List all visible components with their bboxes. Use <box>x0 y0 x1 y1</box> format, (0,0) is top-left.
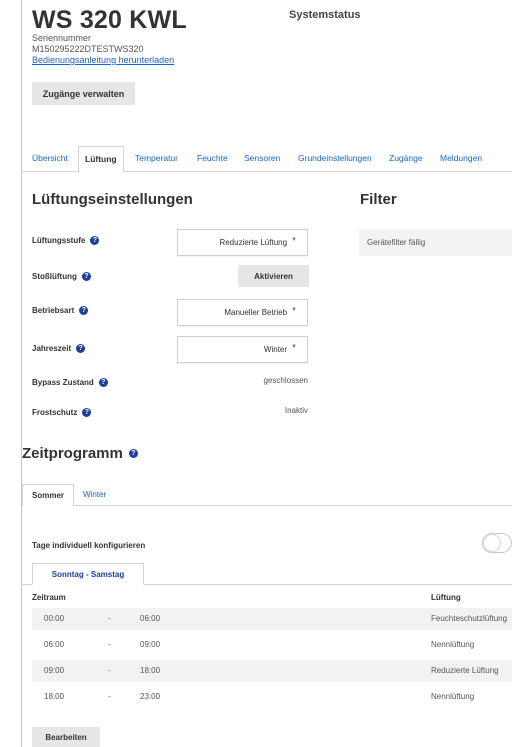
tab-winter[interactable]: Winter <box>74 484 115 506</box>
caret-down-icon: ▼ <box>291 343 297 350</box>
row-to: 09:00 <box>140 640 161 649</box>
row-from: 06:00 <box>44 640 65 649</box>
tab-meldungen[interactable]: Meldungen <box>434 146 488 172</box>
individual-days-label: Tage individuell konfigurieren <box>32 541 146 550</box>
schedule-heading-row: Zeitprogramm ? <box>22 445 138 462</box>
tab-feuchte[interactable]: Feuchte <box>191 146 234 172</box>
row-separator: - <box>108 640 111 649</box>
table-row: 00:00 - 06:00 Feuchteschutzlüftung <box>32 608 512 630</box>
help-icon[interactable]: ? <box>76 344 86 353</box>
tab-uebersicht[interactable]: Übersicht <box>26 146 74 172</box>
system-status-heading: Systemstatus <box>289 9 361 21</box>
row-from: 00:00 <box>44 614 65 623</box>
lueftungsstufe-value: Reduzierte Lüftung <box>219 238 288 247</box>
help-icon[interactable]: ? <box>98 378 108 387</box>
row-separator: - <box>108 666 111 675</box>
table-row: 06:00 - 09:00 Nennlüftung <box>32 634 512 656</box>
help-icon[interactable]: ? <box>128 449 138 458</box>
jahreszeit-label-text: Jahreszeit <box>32 344 72 353</box>
caret-down-icon: ▼ <box>291 236 297 243</box>
row-mode: Nennlüftung <box>431 692 475 701</box>
bypass-label: Bypass Zustand ? <box>32 378 108 387</box>
help-icon[interactable]: ? <box>81 272 91 281</box>
edit-schedule-button[interactable]: Bearbeiten <box>32 727 100 747</box>
table-row: 18:00 - 23:00 Nennlüftung <box>32 686 512 708</box>
betriebsart-label: Betriebsart ? <box>32 306 89 315</box>
help-icon[interactable]: ? <box>79 306 89 315</box>
lueftungsstufe-label-text: Lüftungsstufe <box>32 236 86 245</box>
jahreszeit-label: Jahreszeit ? <box>32 344 86 353</box>
lueftungsstufe-select[interactable]: Reduzierte Lüftung ▼ <box>177 229 308 256</box>
serial-number-value: M150295222DTESTWS320 <box>32 44 144 54</box>
row-to: 18:00 <box>140 666 161 675</box>
help-icon[interactable]: ? <box>82 408 92 417</box>
row-to: 06:00 <box>140 614 161 623</box>
schedule-heading: Zeitprogramm <box>22 445 123 462</box>
help-icon[interactable]: ? <box>90 236 100 245</box>
tab-temperatur[interactable]: Temperatur <box>129 146 184 172</box>
frostschutz-value: Inaktiv <box>284 406 308 415</box>
serial-number-label: Seriennummer <box>32 33 92 43</box>
frostschutz-label-text: Frostschutz <box>32 408 78 417</box>
season-tabs: Sommer Winter <box>22 484 512 507</box>
download-manual-link[interactable]: Bedienungsanleitung herunterladen <box>32 55 174 65</box>
caret-down-icon: ▼ <box>291 306 297 313</box>
tab-sommer[interactable]: Sommer <box>22 484 75 507</box>
row-to: 23:00 <box>140 692 161 701</box>
column-header-range: Zeitraum <box>32 593 66 602</box>
filter-heading: Filter <box>360 191 397 208</box>
filter-status-text: Gerätefilter fällig <box>367 238 426 247</box>
activate-boost-button[interactable]: Aktivieren <box>238 265 309 287</box>
ventilation-settings-heading: Lüftungseinstellungen <box>32 191 193 208</box>
row-from: 18:00 <box>44 692 65 701</box>
jahreszeit-value: Winter <box>263 345 288 354</box>
device-title: WS 320 KWL <box>32 6 187 34</box>
toggle-knob <box>484 535 500 551</box>
row-separator: - <box>108 692 111 701</box>
tab-zugaenge[interactable]: Zugänge <box>383 146 429 172</box>
jahreszeit-select[interactable]: Winter ▼ <box>177 336 308 363</box>
individual-days-toggle[interactable] <box>482 533 512 553</box>
row-separator: - <box>108 614 111 623</box>
betriebsart-label-text: Betriebsart <box>32 306 75 315</box>
tab-sonntag-samstag[interactable]: Sonntag - Samstag <box>32 563 144 585</box>
tab-lueftung[interactable]: Lüftung <box>78 146 124 173</box>
betriebsart-value: Manueller Betrieb <box>224 308 288 317</box>
main-tabs: Übersicht Lüftung Temperatur Feuchte Sen… <box>22 146 512 173</box>
tab-sensoren[interactable]: Sensoren <box>238 146 286 172</box>
row-from: 09:00 <box>44 666 65 675</box>
stosslueftung-label-text: Stoßlüftung <box>32 272 77 281</box>
bypass-label-text: Bypass Zustand <box>32 378 94 387</box>
frostschutz-label: Frostschutz ? <box>32 408 92 417</box>
table-row: 09:00 - 18:00 Reduzierte Lüftung <box>32 660 512 682</box>
bypass-value: geschlossen <box>263 376 308 385</box>
stosslueftung-label: Stoßlüftung ? <box>32 272 91 281</box>
column-header-ventilation: Lüftung <box>431 593 461 602</box>
lueftungsstufe-label: Lüftungsstufe ? <box>32 236 100 245</box>
row-mode: Nennlüftung <box>431 640 475 649</box>
tab-grundeinstellungen[interactable]: Grundeinstellungen <box>292 146 378 172</box>
betriebsart-select[interactable]: Manueller Betrieb ▼ <box>177 299 308 326</box>
row-mode: Reduzierte Lüftung <box>431 666 499 675</box>
row-mode: Feuchteschutzlüftung <box>431 614 508 623</box>
manage-access-button[interactable]: Zugänge verwalten <box>32 82 135 105</box>
